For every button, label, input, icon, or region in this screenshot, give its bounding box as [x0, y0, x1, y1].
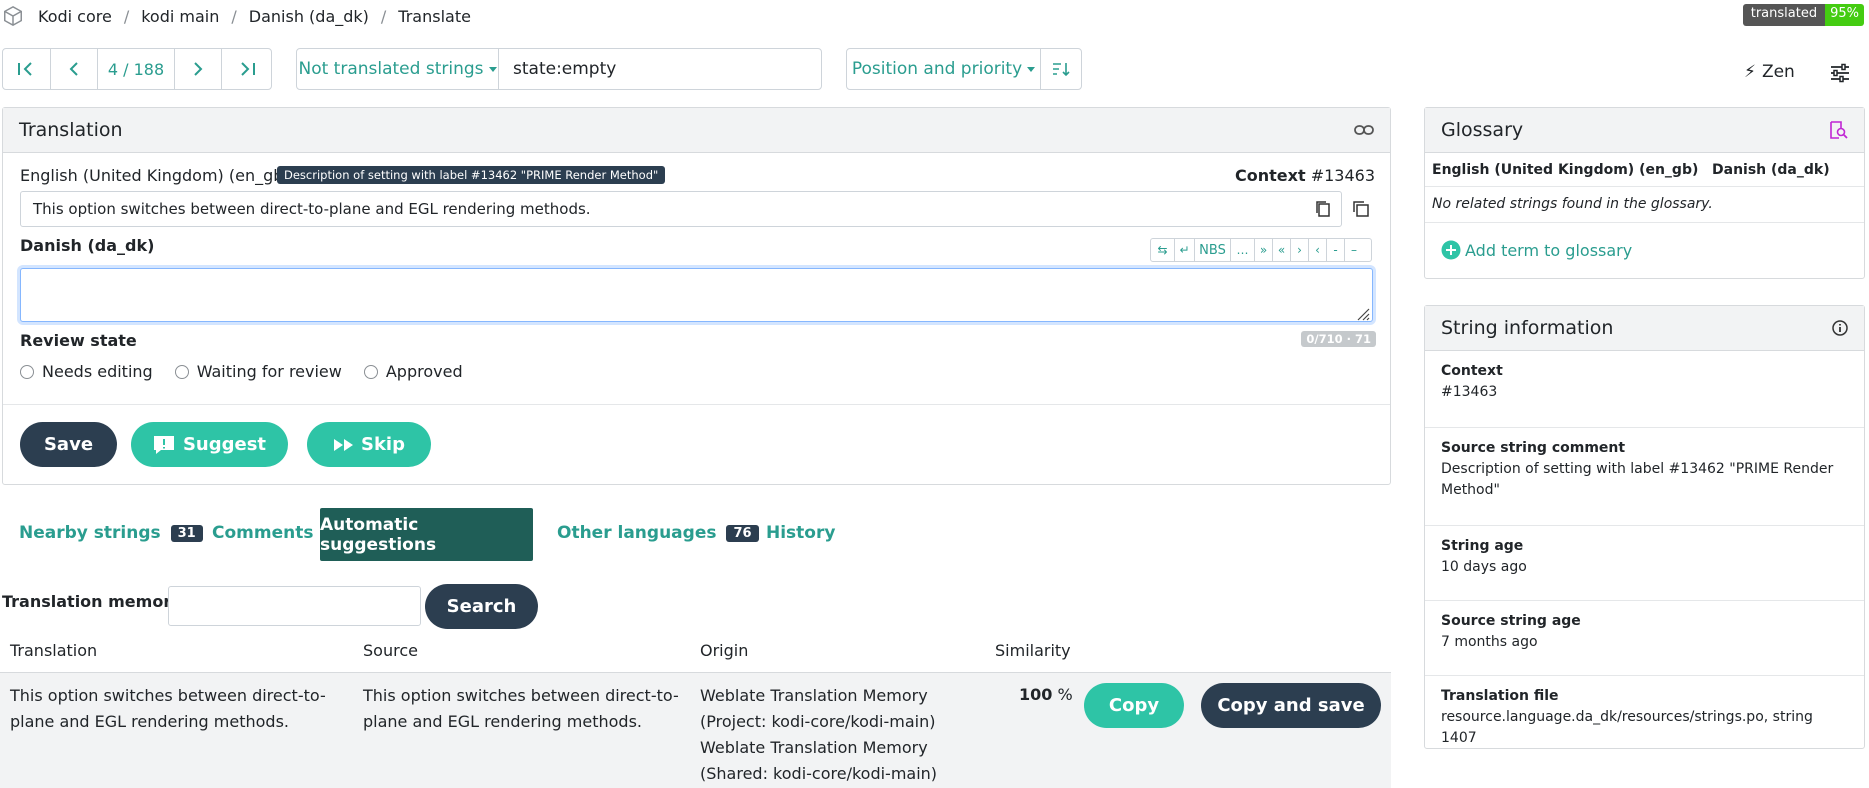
link-icon[interactable]: [1354, 124, 1374, 136]
column-origin: Origin: [700, 641, 749, 660]
column-translation: Translation: [10, 641, 98, 660]
row-translation: This option switches between direct-to-p…: [10, 686, 326, 731]
glossary-empty-message: No related strings found in the glossary…: [1432, 196, 1713, 212]
key-nbsp[interactable]: NBS: [1195, 239, 1231, 261]
breadcrumb-component[interactable]: kodi main: [141, 7, 219, 26]
skip-button[interactable]: Skip: [307, 422, 431, 467]
radio-needs-editing[interactable]: Needs editing: [20, 362, 153, 381]
translation-textarea[interactable]: [20, 268, 1373, 322]
key-endash[interactable]: –: [1345, 239, 1363, 261]
fast-forward-icon: [334, 438, 353, 451]
column-similarity: Similarity: [995, 641, 1071, 660]
key-rsaquo[interactable]: ›: [1291, 239, 1309, 261]
radio-waiting-for-review[interactable]: Waiting for review: [174, 362, 342, 381]
string-navigation: 4 / 188: [2, 48, 272, 90]
row-source: This option switches between direct-to-p…: [363, 686, 679, 731]
add-term-to-glossary-link[interactable]: Add term to glossary: [1441, 240, 1632, 260]
source-text-box: This option switches between direct-to-p…: [20, 191, 1342, 227]
string-information-panel: String information Context #13463 Source…: [1424, 305, 1865, 749]
copy-suggestion-button[interactable]: Copy: [1084, 683, 1184, 728]
row-similarity: 100 %: [1019, 685, 1073, 704]
source-comment-tooltip: Description of setting with label #13462…: [277, 166, 666, 184]
filter-group: Not translated strings state:empty: [296, 48, 822, 90]
breadcrumb-current: Translate: [398, 6, 471, 26]
save-button[interactable]: Save: [20, 422, 117, 467]
tab-automatic-suggestions[interactable]: Automatic suggestions: [320, 508, 533, 561]
context-label: Context #13463: [1235, 166, 1375, 185]
special-characters-toolbar: ⇆ ↵ NBS … » « › ‹ - –: [1150, 238, 1372, 262]
tab-comments[interactable]: Comments: [212, 523, 313, 543]
sort-dropdown[interactable]: Position and priority: [847, 49, 1041, 89]
position-indicator: 4 / 188: [98, 49, 175, 89]
source-language-label: English (United Kingdom) (en_gb): [20, 166, 290, 185]
info-string-age: String age 10 days ago: [1425, 526, 1864, 601]
clone-source-icon[interactable]: [1352, 200, 1370, 218]
resize-handle-icon[interactable]: [1356, 307, 1370, 321]
divider: [3, 404, 1390, 405]
zen-button[interactable]: ⚡ Zen: [1744, 62, 1795, 82]
translation-memory-input[interactable]: [168, 586, 421, 626]
copy-and-save-button[interactable]: Copy and save: [1201, 683, 1381, 728]
previous-string-button[interactable]: [51, 49, 99, 89]
last-icon: [240, 62, 255, 76]
settings-button[interactable]: [1830, 63, 1850, 87]
translation-memory-label: Translation memory: [2, 592, 182, 611]
review-state-label: Review state: [20, 331, 137, 350]
plus-circle-icon: [1441, 240, 1461, 260]
breadcrumb: Kodi core / kodi main / Danish (da_dk) /…: [2, 4, 471, 28]
key-hyphen[interactable]: -: [1327, 239, 1345, 261]
search-button[interactable]: Search: [425, 584, 538, 629]
filter-query-input[interactable]: state:empty: [499, 49, 821, 89]
sort-group: Position and priority: [846, 48, 1082, 90]
tab-nearby-strings[interactable]: Nearby strings 31: [19, 523, 203, 543]
chevron-right-icon: [194, 62, 203, 76]
key-newline[interactable]: ↵: [1175, 239, 1195, 261]
glossary-source-column: English (United Kingdom) (en_gb): [1432, 162, 1699, 178]
target-language-label: Danish (da_dk): [20, 236, 155, 255]
copy-icon[interactable]: [1315, 200, 1331, 218]
info-translation-file: Translation file resource.language.da_dk…: [1441, 688, 1813, 746]
key-ellipsis[interactable]: …: [1231, 239, 1255, 261]
review-state-options: Needs editing Waiting for review Approve…: [20, 362, 485, 381]
column-source: Source: [363, 641, 418, 660]
sliders-icon: [1831, 63, 1849, 83]
last-string-button[interactable]: [222, 49, 271, 89]
project-cube-icon: [4, 5, 22, 27]
filter-dropdown[interactable]: Not translated strings: [297, 49, 499, 89]
glossary-title: Glossary: [1441, 119, 1524, 141]
key-lsaquo[interactable]: ‹: [1309, 239, 1327, 261]
info-icon[interactable]: [1832, 320, 1848, 336]
tab-other-languages[interactable]: Other languages 76: [557, 523, 759, 543]
sort-icon: [1053, 63, 1070, 77]
translation-panel: Translation English (United Kingdom) (en…: [2, 107, 1391, 485]
key-raquo[interactable]: »: [1255, 239, 1273, 261]
info-source-string-age: Source string age 7 months ago: [1425, 601, 1864, 676]
breadcrumb-project[interactable]: Kodi core: [38, 7, 112, 26]
character-counter: 0/710 · 71: [1301, 331, 1376, 347]
radio-approved[interactable]: Approved: [363, 362, 463, 381]
first-string-button[interactable]: [3, 49, 51, 89]
next-string-button[interactable]: [175, 49, 223, 89]
first-icon: [18, 62, 33, 76]
sort-direction-button[interactable]: [1041, 49, 1081, 89]
tab-history[interactable]: History: [766, 523, 835, 543]
chevron-left-icon: [69, 62, 78, 76]
info-context: Context #13463: [1425, 351, 1864, 428]
lightning-icon: ⚡: [1744, 62, 1756, 82]
key-laquo[interactable]: «: [1273, 239, 1291, 261]
translated-badge[interactable]: translated 95%: [1742, 4, 1864, 26]
breadcrumb-language[interactable]: Danish (da_dk): [249, 7, 369, 26]
suggest-button[interactable]: Suggest: [131, 422, 288, 467]
string-information-title: String information: [1441, 317, 1614, 339]
glossary-search-icon[interactable]: [1828, 120, 1848, 140]
row-origin: Weblate Translation Memory (Project: kod…: [700, 686, 938, 783]
translation-panel-title: Translation: [19, 119, 123, 141]
info-source-comment: Source string comment Description of set…: [1425, 428, 1864, 526]
glossary-target-column: Danish (da_dk): [1712, 162, 1830, 178]
table-row: This option switches between direct-to-p…: [0, 672, 1391, 788]
key-tab[interactable]: ⇆: [1151, 239, 1175, 261]
glossary-panel: Glossary English (United Kingdom) (en_gb…: [1424, 107, 1865, 279]
comment-exclamation-icon: [153, 435, 174, 454]
